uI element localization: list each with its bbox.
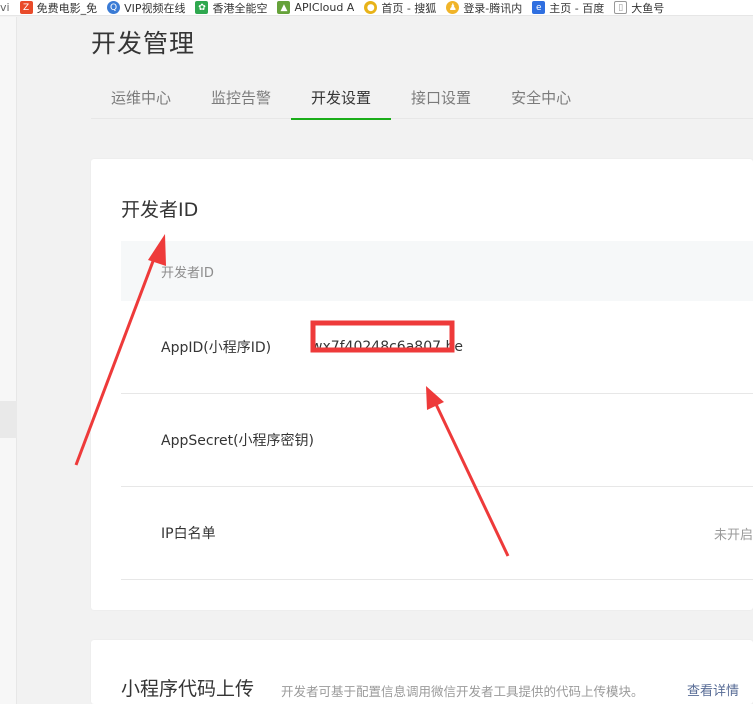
bookmark-sohu[interactable]: ● 首页 - 搜狐 xyxy=(364,0,437,15)
q-logo-icon: Q xyxy=(107,1,121,14)
tab-security-center[interactable]: 安全中心 xyxy=(491,78,591,119)
bookmark-label: vi xyxy=(0,1,10,14)
page-title: 开发管理 xyxy=(91,29,196,58)
tab-bar: 运维中心 监控告警 开发设置 接口设置 安全中心 xyxy=(91,78,753,120)
bookmark-vip-video[interactable]: Q VIP视频在线 xyxy=(107,0,186,15)
row-label: IP白名单 xyxy=(161,526,216,542)
z-logo-icon: Z xyxy=(19,1,33,14)
ip-whitelist-status: 未开启 xyxy=(713,527,753,543)
row-label: AppSecret(小程序密钥) xyxy=(161,433,315,449)
penguin-icon: ♟ xyxy=(446,1,460,14)
table-header-label: 开发者ID xyxy=(161,265,214,281)
developer-id-card: 开发者ID 开发者ID AppID(小程序ID) wx7f40248c6a807… xyxy=(91,159,753,610)
bookmark-label: 首页 - 搜狐 xyxy=(381,1,437,15)
bookmark-label: APICloud A xyxy=(294,1,355,14)
bookmarks-bar: vi Z 免费电影_免 Q VIP视频在线 ✿ 香港全能空 ▲ APICloud… xyxy=(0,0,753,16)
bookmark-label: 登录-腾讯内 xyxy=(463,1,523,15)
bookmark-label: 主页 - 百度 xyxy=(549,1,605,15)
bookmark-label: 香港全能空 xyxy=(212,1,268,15)
card-title: 开发者ID xyxy=(121,199,199,221)
bookmark-label: 大鱼号 xyxy=(631,1,665,15)
bookmark-partial[interactable]: vi xyxy=(0,1,10,14)
table-row-ip-whitelist: IP白名单 未开启 xyxy=(121,487,753,580)
baidu-icon: e xyxy=(532,1,546,14)
tab-monitoring-alerts[interactable]: 监控告警 xyxy=(191,78,291,119)
tab-api-settings[interactable]: 接口设置 xyxy=(391,78,491,119)
bookmark-apicloud[interactable]: ▲ APICloud A xyxy=(277,1,354,14)
bookmark-tencent-login[interactable]: ♟ 登录-腾讯内 xyxy=(446,0,523,15)
sohu-icon: ● xyxy=(364,1,378,14)
apicloud-icon: ▲ xyxy=(277,1,291,14)
bookmark-baidu[interactable]: e 主页 - 百度 xyxy=(532,0,605,15)
left-sidebar xyxy=(0,17,17,704)
appid-value: wx7f40248c6a807 be xyxy=(311,339,463,355)
bookmark-dayu[interactable]: ▯ 大鱼号 xyxy=(614,0,665,15)
view-details-link[interactable]: 查看详情 xyxy=(687,680,739,699)
bookmark-hk-space[interactable]: ✿ 香港全能空 xyxy=(195,0,268,15)
tab-dev-settings[interactable]: 开发设置 xyxy=(291,78,392,120)
bookmark-label: 免费电影_免 xyxy=(36,1,98,15)
table-header: 开发者ID xyxy=(121,241,753,301)
bookmark-free-movies[interactable]: Z 免费电影_免 xyxy=(19,0,98,15)
sidebar-active-item[interactable] xyxy=(0,401,17,438)
table-row-appsecret: AppSecret(小程序密钥) xyxy=(121,394,753,487)
developer-id-table: 开发者ID AppID(小程序ID) wx7f40248c6a807 be Ap… xyxy=(121,241,753,580)
code-upload-card: 小程序代码上传 开发者可基于配置信息调用微信开发者工具提供的代码上传模块。 查看… xyxy=(91,640,753,704)
bookmark-label: VIP视频在线 xyxy=(124,1,186,15)
leaf-icon: ✿ xyxy=(195,1,209,14)
card-title: 小程序代码上传 xyxy=(121,678,255,700)
page-icon: ▯ xyxy=(614,1,628,14)
tab-ops-center[interactable]: 运维中心 xyxy=(91,78,191,119)
card-description: 开发者可基于配置信息调用微信开发者工具提供的代码上传模块。 xyxy=(281,684,644,699)
row-label: AppID(小程序ID) xyxy=(161,340,272,356)
table-row-appid: AppID(小程序ID) wx7f40248c6a807 be xyxy=(121,301,753,394)
